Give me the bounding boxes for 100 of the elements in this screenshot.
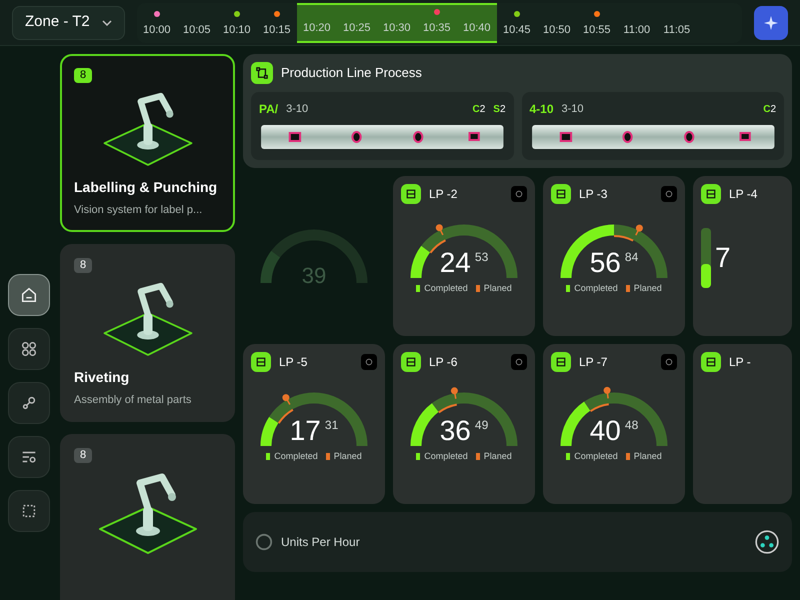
completed-value: 36 bbox=[440, 416, 471, 446]
legend-completed: Completed bbox=[266, 450, 318, 464]
time-label: 10:05 bbox=[183, 23, 211, 38]
planned-value: 31 bbox=[324, 417, 338, 434]
nav-button[interactable] bbox=[8, 436, 50, 478]
time-label: 10:25 bbox=[343, 21, 371, 36]
count-badge: 8 bbox=[74, 68, 92, 83]
info-icon bbox=[661, 186, 677, 202]
station-description: Vision system for label p... bbox=[74, 202, 204, 218]
legend-planned: Planed bbox=[476, 450, 512, 464]
planned-marker bbox=[590, 386, 611, 412]
link-icon bbox=[20, 394, 38, 412]
caret-icon bbox=[102, 20, 112, 26]
time-label: 10:40 bbox=[463, 21, 491, 36]
legend-planned: Planed bbox=[626, 450, 662, 464]
info-icon bbox=[511, 354, 527, 370]
ring-icon bbox=[255, 533, 273, 551]
nav-button[interactable] bbox=[8, 328, 50, 370]
sparkle-icon bbox=[763, 14, 779, 30]
timeline-selected-slot[interactable]: 10:40 bbox=[456, 2, 497, 42]
flow-icon bbox=[251, 62, 273, 84]
time-label: 10:45 bbox=[503, 23, 531, 38]
planned-value: 48 bbox=[624, 417, 638, 434]
planned-value: 84 bbox=[624, 249, 638, 266]
conveyor-icon bbox=[401, 352, 421, 372]
station-title: Labelling & Punching bbox=[74, 178, 218, 197]
legend-planned: Planed bbox=[476, 282, 512, 296]
time-label: 10:55 bbox=[583, 23, 611, 38]
timeline-selected-slot[interactable]: 10:25 bbox=[336, 2, 377, 42]
completed-value: 40 bbox=[590, 416, 621, 446]
faded-value: 39 bbox=[302, 262, 326, 290]
conveyor-icon bbox=[251, 352, 271, 372]
completed-value: 24 bbox=[440, 248, 471, 278]
home-icon bbox=[20, 286, 38, 304]
station-description: Assembly of metal parts bbox=[74, 392, 192, 408]
info-icon bbox=[661, 354, 677, 370]
time-label: 10:20 bbox=[303, 21, 331, 36]
count-badge: 8 bbox=[74, 258, 92, 273]
timeline-selected-slot[interactable]: 10:30 bbox=[376, 2, 417, 42]
station-card[interactable]: 8 Riveting Assembly of metal parts bbox=[60, 244, 235, 422]
crop-icon bbox=[20, 502, 38, 520]
planned-value: 49 bbox=[474, 417, 488, 434]
nav-button[interactable] bbox=[8, 274, 50, 316]
gauge-title: LP -7 bbox=[579, 354, 608, 371]
time-label: 10:15 bbox=[263, 23, 291, 38]
line-code: PA/ bbox=[259, 101, 278, 118]
network-icon bbox=[754, 529, 780, 555]
legend-completed: Completed bbox=[416, 282, 468, 296]
legend-planned: Planed bbox=[626, 282, 662, 296]
time-label: 11:05 bbox=[663, 23, 690, 38]
completed-value: 17 bbox=[290, 416, 321, 446]
conveyor-icon bbox=[401, 184, 421, 204]
units-title: Units Per Hour bbox=[281, 534, 360, 551]
line-tag: C2 bbox=[763, 102, 776, 116]
time-label: 10:35 bbox=[423, 21, 451, 36]
station-title: Riveting bbox=[74, 368, 130, 387]
gauge-title: LP - bbox=[729, 354, 751, 371]
planned-marker bbox=[430, 224, 446, 254]
nav-button[interactable] bbox=[8, 382, 50, 424]
panel-title: Production Line Process bbox=[281, 64, 422, 82]
info-icon bbox=[361, 354, 377, 370]
completed-value: 7 bbox=[715, 241, 731, 275]
line-tag: C2 bbox=[472, 102, 486, 116]
legend-completed: Completed bbox=[416, 450, 468, 464]
line-tag: S2 bbox=[493, 102, 506, 116]
line-range: 3-10 bbox=[286, 102, 308, 117]
time-label: 10:00 bbox=[143, 23, 171, 38]
planned-marker bbox=[614, 224, 643, 242]
timeline-selected-slot[interactable]: 10:35 bbox=[416, 2, 457, 42]
count-badge: 8 bbox=[74, 448, 92, 463]
time-label: 10:50 bbox=[543, 23, 571, 38]
time-label: 10:10 bbox=[223, 23, 251, 38]
line-range: 3-10 bbox=[562, 102, 584, 117]
conveyor-icon bbox=[551, 184, 571, 204]
conveyor-icon bbox=[701, 352, 721, 372]
conveyor-icon bbox=[551, 352, 571, 372]
gauge-title: LP -4 bbox=[729, 186, 758, 203]
time-label: 11:00 bbox=[623, 23, 650, 38]
legend-completed: Completed bbox=[566, 282, 618, 296]
planned-marker bbox=[438, 387, 458, 414]
sparkle-button[interactable] bbox=[754, 6, 788, 40]
gauge-title: LP -6 bbox=[429, 354, 458, 371]
gauge-title: LP -5 bbox=[279, 354, 308, 371]
gauge-fill bbox=[260, 250, 280, 283]
station-card[interactable]: 8 Labelling & Punching Vision system for label p... bbox=[60, 54, 235, 232]
zone-dropdown[interactable]: Zone - T2 bbox=[12, 6, 125, 40]
grid-icon bbox=[20, 340, 38, 358]
legend-planned: Planed bbox=[326, 450, 362, 464]
planned-marker bbox=[278, 394, 294, 424]
line-code: 4-10 bbox=[530, 101, 554, 118]
legend-completed: Completed bbox=[566, 450, 618, 464]
conveyor-icon bbox=[701, 184, 721, 204]
time-label: 10:30 bbox=[383, 21, 411, 36]
timeline-selected-slot[interactable]: 10:20 bbox=[296, 2, 337, 42]
completed-value: 56 bbox=[590, 248, 621, 278]
planned-value: 53 bbox=[474, 249, 488, 266]
gauge-title: LP -3 bbox=[579, 186, 608, 203]
station-card[interactable]: 8 bbox=[60, 434, 235, 600]
gauge-title: LP -2 bbox=[429, 186, 458, 203]
info-icon bbox=[511, 186, 527, 202]
